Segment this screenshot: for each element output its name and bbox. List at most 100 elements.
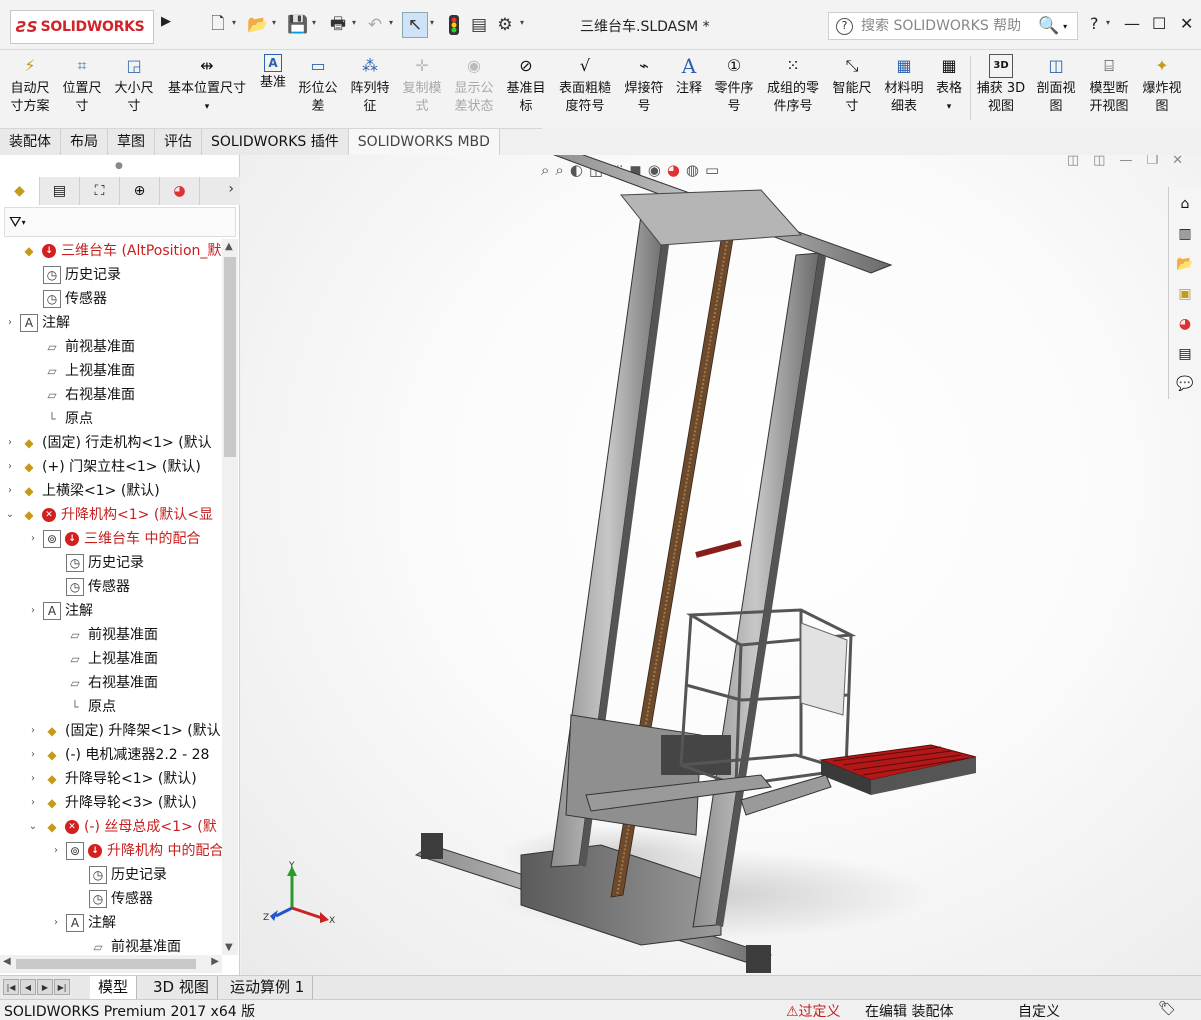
help-dropdown-icon[interactable]: ▾ [1106,18,1110,27]
tree-node[interactable]: ◷ 历史记录 [73,863,167,887]
tab-addins[interactable]: SOLIDWORKS 插件 [202,129,349,156]
expand-toggle-icon[interactable]: › [27,767,39,791]
scroll-thumb[interactable] [224,257,236,457]
search-icon[interactable]: 🔍 [1038,16,1059,36]
graphics-area[interactable]: ⌕ ⌕ ◐ ◫ ⬚ ◼ ◉ ◕ ◍ ▭ ◫ ◫ — ❐ ✕ [241,155,1201,975]
stacked-balloon-button[interactable]: ⁙ 成组的零 件序号 [762,54,824,122]
tree-node[interactable]: ◷ 传感器 [50,575,130,599]
print-icon[interactable]: 🖶 [325,12,351,38]
section-view-button[interactable]: ◫ 剖面视 图 [1032,54,1080,122]
location-dimension-button[interactable]: ⌗ 位置尺 寸 [58,54,106,122]
tree-node[interactable]: › ⊚ ↓ 升降机构 中的配合 [50,839,222,863]
auto-dimension-scheme-button[interactable]: ⚡ 自动尺 寸方案 [6,54,54,122]
basic-location-dimension-button[interactable]: ⇹ 基本位置尺寸 ▾ [162,54,252,122]
tree-node[interactable]: ◷ 历史记录 [50,551,144,575]
tab-motion-study[interactable]: 运动算例 1 [222,976,314,1000]
new-icon[interactable]: 🗋 [205,12,231,38]
options-icon[interactable]: ⚙ [492,12,518,38]
filter-bar[interactable]: ⛛ ▾ [4,207,236,237]
tab-evaluate[interactable]: 评估 [155,129,202,156]
select-dropdown-icon[interactable]: ▾ [430,18,434,27]
new-dropdown-icon[interactable]: ▾ [232,18,236,27]
datum-button[interactable]: A 基准 [256,54,290,122]
tree-node[interactable]: ▱ 前视基准面 [50,623,158,647]
view-palette-icon[interactable]: ▣ [1172,281,1198,307]
forum-icon[interactable]: 💬 [1172,371,1198,397]
select-icon[interactable]: ↖ [402,12,428,38]
capture-3d-view-button[interactable]: 3D 捕获 3D 视图 [974,54,1028,122]
filter-icon[interactable]: ⛛ [9,213,22,231]
expand-toggle-icon[interactable]: › [4,479,16,503]
scroll-down-icon[interactable]: ▼ [225,942,233,953]
tree-node[interactable]: › ◆ 上横梁<1> (默认) [4,479,160,503]
feature-manager-tab-icon[interactable]: ◆ [0,177,40,205]
surface-finish-button[interactable]: √ 表面粗糙 度符号 [554,54,616,122]
expand-toggle-icon[interactable]: › [27,719,39,743]
help-menu-icon[interactable]: ? [1090,14,1099,33]
show-tolerance-status-button[interactable]: ◉ 显示公 差状态 [450,54,498,122]
guide-rod[interactable] [695,540,742,558]
geometric-tolerance-button[interactable]: ▭ 形位公 差 [294,54,342,122]
property-manager-tab-icon[interactable]: ▤ [40,177,80,205]
tag-icon[interactable]: 🏷 [1158,1001,1176,1017]
expand-toggle-icon[interactable]: › [27,743,39,767]
dimxpert-manager-tab-icon[interactable]: ⊕ [120,177,160,205]
expand-toggle-icon[interactable]: › [27,791,39,815]
file-props-icon[interactable]: ▤ [466,12,492,38]
scroll-thumb[interactable] [16,959,196,969]
solidworks-logo[interactable]: ƧS SOLIDWORKS [10,10,154,44]
open-icon[interactable]: 📂 [245,12,271,38]
over-defined-status[interactable]: ⚠过定义 [786,1001,841,1020]
tab-sketch[interactable]: 草图 [108,129,155,156]
help-search-input[interactable] [861,18,1036,34]
scroll-up-icon[interactable]: ▲ [225,241,233,252]
search-dropdown-icon[interactable]: ▾ [1063,22,1067,31]
expand-toggle-icon[interactable]: › [4,431,16,455]
solidworks-resources-icon[interactable]: ⌂ [1172,191,1198,217]
tree-node[interactable]: › A 注解 [4,311,70,335]
tab-layout[interactable]: 布局 [61,129,108,156]
expand-toggle-icon[interactable]: › [50,839,62,863]
model-break-view-button[interactable]: ⌸ 模型断 开视图 [1084,54,1134,122]
wheel-block[interactable] [421,833,443,859]
expand-toggle-icon[interactable]: ⌄ [4,503,16,527]
print-dropdown-icon[interactable]: ▾ [352,18,356,27]
tree-node[interactable]: ◷ 传感器 [27,287,107,311]
close-icon[interactable]: ✕ [1180,14,1193,33]
tree-node[interactable]: › ◆ (固定) 行走机构<1> (默认 [4,431,212,455]
last-tab-icon[interactable]: ▶| [54,979,70,995]
size-dimension-button[interactable]: ◲ 大小尺 寸 [110,54,158,122]
wheel-block[interactable] [746,945,771,973]
tree-node[interactable]: ▱ 前视基准面 [27,335,135,359]
maximize-icon[interactable]: ☐ [1152,14,1166,33]
undo-icon[interactable]: ↶ [362,12,388,38]
expand-toggle-icon[interactable]: › [50,911,62,935]
display-manager-tab-icon[interactable]: ◕ [160,177,200,205]
datum-target-button[interactable]: ⊘ 基准目 标 [502,54,550,122]
custom-properties-icon[interactable]: ▤ [1172,341,1198,367]
minimize-icon[interactable]: — [1124,14,1140,33]
tree-node[interactable]: ▱ 右视基准面 [50,671,158,695]
tab-model[interactable]: 模型 [90,976,138,1000]
expand-toggle-icon[interactable]: › [4,455,16,479]
tree-vertical-scrollbar[interactable]: ▲ ▼ [222,239,238,955]
dropdown-arrow-icon[interactable]: ▾ [205,98,210,116]
file-explorer-icon[interactable]: 📂 [1172,251,1198,277]
tree-node[interactable]: › ◆ (+) 门架立柱<1> (默认) [4,455,201,479]
dropdown-arrow-icon[interactable]: ▾ [947,98,952,116]
expand-toggle-icon[interactable]: › [27,527,39,551]
custom-units[interactable]: 自定义 [1018,1001,1060,1020]
tab-assembly[interactable]: 装配体 [0,129,61,156]
expand-toggle-icon[interactable]: ⌄ [27,815,39,839]
tab-3d-view[interactable]: 3D 视图 [145,976,218,1000]
bom-button[interactable]: ▦ 材料明 细表 [880,54,928,122]
smart-dimension-button[interactable]: ⤡ 智能尺 寸 [828,54,876,122]
tree-node[interactable]: ▱ 右视基准面 [27,383,135,407]
panel-grip-icon[interactable]: ● [115,161,123,171]
next-tab-icon[interactable]: ▶ [37,979,53,995]
tree-node[interactable]: › ⊚ ↓ 三维台车 中的配合 [27,527,200,551]
save-icon[interactable]: 💾 [285,12,311,38]
prev-tab-icon[interactable]: ◀ [20,979,36,995]
weld-symbol-button[interactable]: ⌁ 焊接符 号 [620,54,668,122]
scroll-right-icon[interactable]: ▶ [211,956,219,967]
